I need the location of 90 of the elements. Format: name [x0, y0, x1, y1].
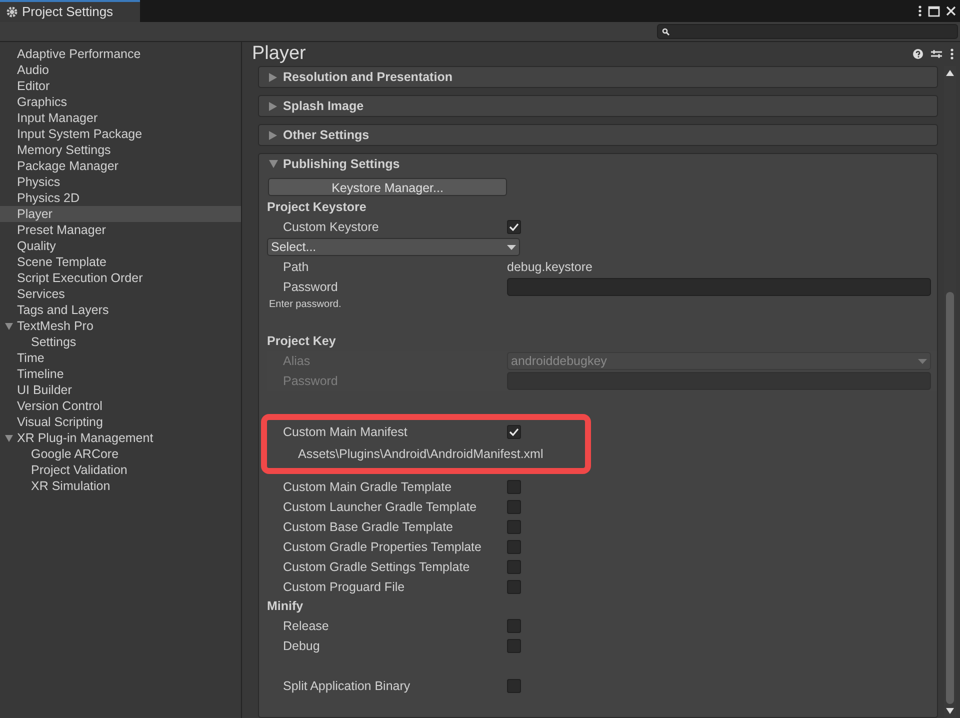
field-label: Debug — [282, 638, 321, 655]
scroll-down-icon[interactable] — [946, 708, 954, 714]
sidebar-item[interactable]: Adaptive Performance — [0, 46, 241, 62]
checkbox[interactable] — [507, 580, 521, 594]
sidebar-item[interactable]: Package Manager — [0, 158, 241, 174]
expanded-triangle-icon[interactable] — [5, 434, 13, 442]
field-label: Password — [282, 372, 339, 390]
sidebar-item[interactable]: Audio — [0, 62, 241, 78]
inspector-title: Player — [252, 42, 307, 66]
sidebar-item[interactable]: Graphics — [0, 94, 241, 110]
more-icon[interactable] — [950, 48, 954, 60]
field-label: Custom Main Gradle Template — [282, 478, 453, 496]
field-label: Path — [282, 258, 310, 276]
hint-text: Enter password. — [268, 298, 342, 312]
checkbox[interactable] — [507, 560, 521, 574]
checkbox[interactable] — [507, 480, 521, 494]
sidebar-item[interactable]: Player — [0, 206, 241, 222]
tab-title: Project Settings — [22, 3, 114, 22]
field-label: Password — [282, 278, 339, 296]
sidebar-item[interactable]: Memory Settings — [0, 142, 241, 158]
sidebar-item[interactable]: Physics 2D — [0, 190, 241, 206]
sidebar-item[interactable]: Version Control — [0, 398, 241, 414]
section-header[interactable]: Resolution and Presentation — [259, 67, 937, 87]
section-heading: Project Key — [267, 333, 336, 350]
dropdown-arrow-icon — [918, 358, 927, 364]
sidebar-item[interactable]: Services — [0, 286, 241, 302]
checkbox[interactable] — [507, 500, 521, 514]
sidebar-item[interactable]: Input Manager — [0, 110, 241, 126]
window-tab[interactable]: Project Settings — [0, 0, 140, 22]
section-header[interactable]: Publishing Settings — [259, 154, 937, 174]
section-header[interactable]: Splash Image — [259, 96, 937, 116]
field-label: Custom Base Gradle Template — [282, 518, 454, 536]
sidebar-item[interactable]: Time — [0, 350, 241, 366]
sidebar-item[interactable]: XR Plug-in Management — [0, 430, 241, 446]
sidebar-item[interactable]: Quality — [0, 238, 241, 254]
expanded-triangle-icon[interactable] — [269, 160, 278, 168]
sidebar-item[interactable]: Input System Package — [0, 126, 241, 142]
sidebar-item[interactable]: Editor — [0, 78, 241, 94]
field-label: Split Application Binary — [282, 678, 412, 695]
field-label: Release — [282, 618, 330, 635]
checked-checkbox[interactable] — [507, 425, 521, 439]
search-icon — [662, 28, 670, 36]
scrollbar-thumb[interactable] — [946, 292, 954, 704]
scroll-up-icon[interactable] — [946, 70, 954, 76]
sidebar-item[interactable]: XR Simulation — [0, 478, 241, 494]
password-field[interactable] — [507, 278, 931, 296]
section-header[interactable]: Other Settings — [259, 125, 937, 145]
field-label: Custom Launcher Gradle Template — [282, 498, 478, 516]
manifest-path: Assets\Plugins\Android\AndroidManifest.xml — [297, 446, 544, 463]
sidebar-item[interactable]: Preset Manager — [0, 222, 241, 238]
sidebar-item[interactable]: Scene Template — [0, 254, 241, 270]
field-label: Custom Keystore — [282, 218, 380, 236]
checkbox[interactable] — [507, 540, 521, 554]
sidebar-item[interactable]: TextMesh Pro — [0, 318, 241, 334]
checked-checkbox[interactable] — [507, 220, 521, 234]
close-icon[interactable] — [946, 6, 956, 16]
sidebar-item[interactable]: Physics — [0, 174, 241, 190]
field-label: Custom Main Manifest — [282, 424, 408, 441]
sidebar-item[interactable]: Tags and Layers — [0, 302, 241, 318]
keystore-manager-button[interactable]: Keystore Manager... — [268, 178, 507, 196]
expanded-triangle-icon[interactable] — [5, 322, 13, 330]
sidebar-item[interactable]: Visual Scripting — [0, 414, 241, 430]
checkbox[interactable] — [507, 679, 521, 693]
sidebar-item[interactable]: Timeline — [0, 366, 241, 382]
section-heading: Project Keystore — [267, 199, 366, 216]
more-icon[interactable] — [918, 5, 922, 17]
sidebar-item[interactable]: Google ARCore — [0, 446, 241, 462]
collapsed-triangle-icon[interactable] — [269, 130, 278, 140]
field-value: debug.keystore — [507, 258, 592, 276]
dropdown-arrow-icon — [507, 244, 516, 250]
sidebar-item[interactable]: Script Execution Order — [0, 270, 241, 286]
field-label: Custom Gradle Settings Template — [282, 558, 471, 576]
sidebar-item[interactable]: Settings — [0, 334, 241, 350]
sliders-icon[interactable] — [931, 49, 942, 59]
keystore-dropdown[interactable]: Select... — [267, 238, 520, 256]
checkbox[interactable] — [507, 639, 521, 653]
help-icon[interactable] — [913, 49, 923, 59]
search-field[interactable] — [657, 24, 958, 39]
sidebar-item[interactable]: UI Builder — [0, 382, 241, 398]
sidebar-item[interactable]: Project Validation — [0, 462, 241, 478]
field-label: Custom Proguard File — [282, 578, 406, 596]
maximize-icon[interactable] — [928, 6, 940, 16]
checkbox[interactable] — [507, 520, 521, 534]
checkbox[interactable] — [507, 619, 521, 633]
gear-icon — [6, 6, 18, 18]
section-heading: Minify — [267, 598, 304, 616]
collapsed-triangle-icon[interactable] — [269, 72, 278, 82]
collapsed-triangle-icon[interactable] — [269, 102, 278, 110]
field-label: Alias — [282, 352, 312, 370]
field-label: Custom Gradle Properties Template — [282, 538, 482, 556]
